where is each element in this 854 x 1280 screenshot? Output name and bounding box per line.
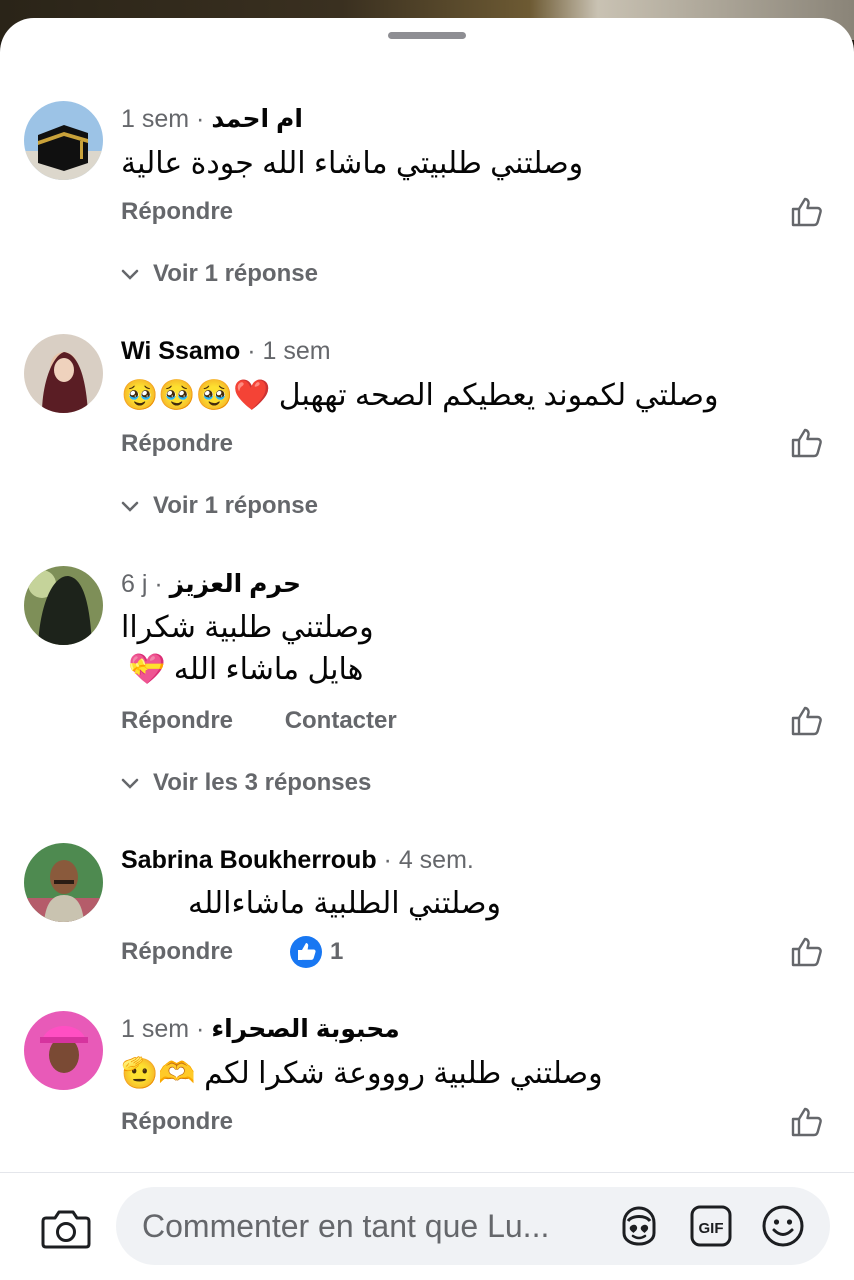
comment-meta: 1 sem · محبوبة الصحراء [121,1015,400,1043]
reply-button[interactable]: Répondre [121,938,233,965]
comment-input-placeholder[interactable]: Commenter en tant que Lu... [142,1187,602,1265]
gif-icon[interactable]: GIF [688,1203,734,1249]
comment-text-line: هايل ماشاء الله [173,653,364,686]
avatar[interactable] [24,1011,103,1090]
chevron-down-icon [121,778,139,789]
like-button[interactable] [790,425,824,459]
comment-input[interactable]: Commenter en tant que Lu... GIF [116,1187,830,1265]
comment-text: وصلتني الطلبية ماشاءالله [188,884,501,924]
comment-meta: Sabrina Boukherroub · 4 sem. [121,846,474,874]
comment-author[interactable]: Wi Ssamo [121,337,240,365]
comment-text: وصلتني طلبيتي ماشاء الله جودة عالية [121,144,583,184]
smiley-icon[interactable] [760,1203,806,1249]
comment-author[interactable]: حرم العزيز [170,570,301,598]
thumbs-up-outline-icon [791,428,822,458]
comment-text-line: وصلتني طلبية روووعة شكرا لكم [204,1057,603,1090]
thumbs-up-outline-icon [791,1107,822,1137]
avatar[interactable] [24,101,103,180]
comments-sheet: 1 sem · ام احمد وصلتني طلبيتي ماشاء الله… [0,18,854,1280]
comment-emoji: 🫡🫶 [121,1056,196,1091]
comment-text-line: وصلتني الطلبية ماشاءالله [188,887,501,920]
thumbs-up-outline-icon [791,937,822,967]
avatar-sticker-icon[interactable] [616,1203,662,1249]
camera-icon[interactable] [40,1206,92,1252]
reply-button[interactable]: Répondre [121,430,233,457]
comment-text: 🥹🥹🥹❤️ وصلتي لكموند يعطيكم الصحه تههبل [121,376,718,416]
comment-time: 4 sem. [398,846,474,874]
like-button[interactable] [790,194,824,228]
contact-button[interactable]: Contacter [285,707,397,734]
avatar[interactable] [24,843,103,922]
comment-emoji: 💝 [128,652,166,687]
comment-actions: Répondre Contacter [121,704,397,738]
comment-author[interactable]: Sabrina Boukherroub [121,846,377,874]
like-button[interactable] [790,934,824,968]
comment-text: وصلتني طلبية شكراا [121,608,374,648]
comment-text: 💝 هايل ماشاء الله [128,650,364,690]
drag-handle[interactable] [388,32,466,39]
view-replies-label: Voir 1 réponse [153,492,318,519]
comment-actions: Répondre [121,1105,233,1139]
comment-emoji: 🥹🥹🥹❤️ [121,378,271,413]
comment-meta: Wi Ssamo · 1 sem [121,337,331,365]
view-replies-label: Voir les 3 réponses [153,769,372,796]
comment-text: 🫡🫶 وصلتني طلبية روووعة شكرا لكم [121,1054,603,1094]
view-replies-link[interactable]: Voir 1 réponse [121,489,318,523]
comment-composer: Commenter en tant que Lu... GIF [0,1172,854,1280]
thumbs-up-outline-icon [791,706,822,736]
comment-meta: 6 j · حرم العزيز [121,570,302,598]
reply-button[interactable]: Répondre [121,707,233,734]
like-button[interactable] [790,1104,824,1138]
reaction-count[interactable]: 1 [330,935,343,969]
comment-text-line: وصلتني طلبيتي ماشاء الله جودة عالية [121,147,584,180]
view-replies-link[interactable]: Voir 1 réponse [121,257,318,291]
reply-button[interactable]: Répondre [121,198,233,225]
comment-meta: 1 sem · ام احمد [121,105,303,133]
view-replies-link[interactable]: Voir les 3 réponses [121,766,371,800]
view-replies-label: Voir 1 réponse [153,260,318,287]
chevron-down-icon [121,501,139,512]
comment-time: 1 sem [121,1015,190,1043]
comment-actions: Répondre [121,935,233,969]
comment-actions: Répondre [121,195,233,229]
gif-label: GIF [699,1220,724,1237]
avatar[interactable] [24,566,103,645]
reply-button[interactable]: Répondre [121,1108,233,1135]
chevron-down-icon [121,269,139,280]
comment-actions: Répondre [121,427,233,461]
comment-text-line: وصلتني طلبية شكراا [121,611,374,644]
like-reaction-icon[interactable] [289,935,323,969]
comment-time: 1 sem [262,337,331,365]
comment-author[interactable]: محبوبة الصحراء [211,1015,399,1043]
comment-author[interactable]: ام احمد [211,105,303,133]
like-button[interactable] [790,703,824,737]
comment-time: 6 j [121,570,148,598]
comment-text-line: وصلتي لكموند يعطيكم الصحه تههبل [278,379,719,412]
thumbs-up-outline-icon [791,197,822,227]
comment-time: 1 sem [121,105,190,133]
avatar[interactable] [24,334,103,413]
